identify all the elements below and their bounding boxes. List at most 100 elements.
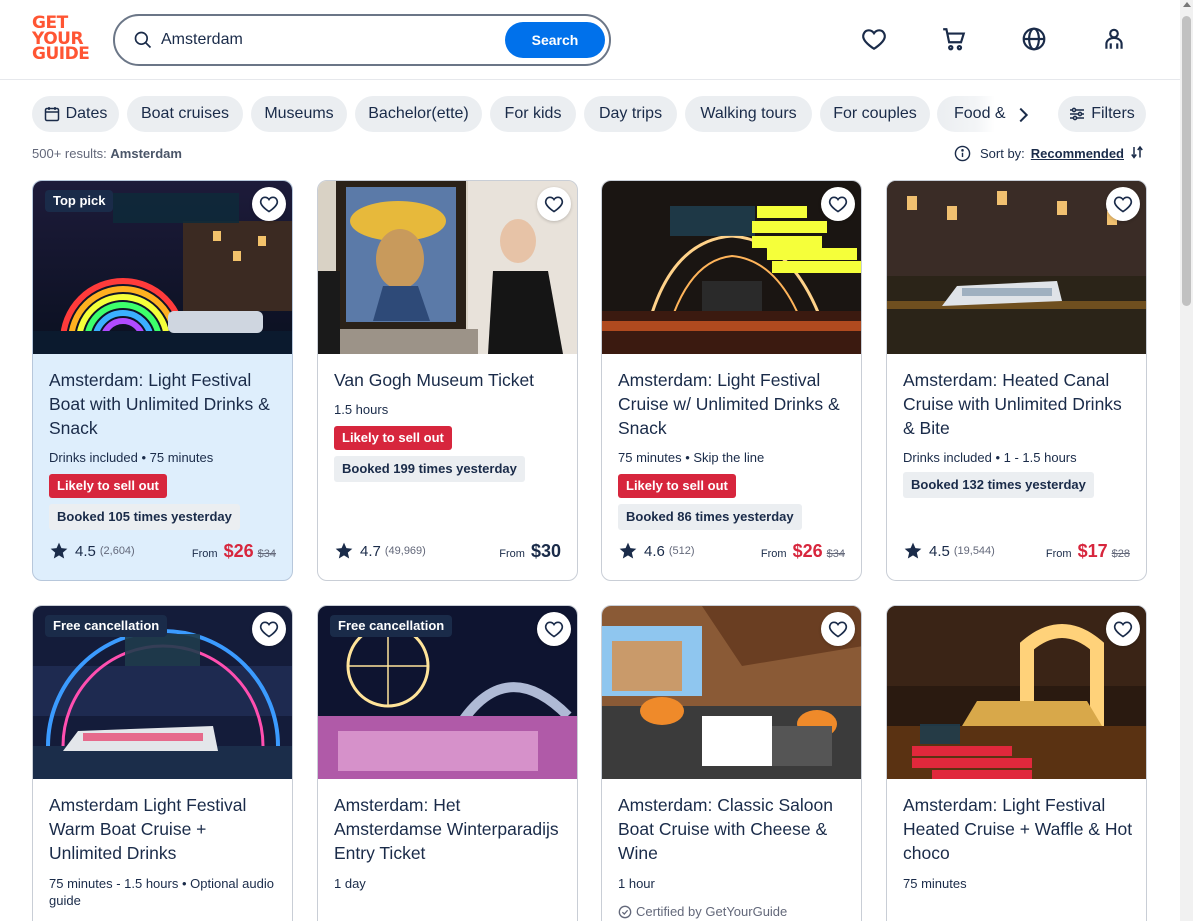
price-original: $28 xyxy=(1111,548,1130,560)
rating-value: 4.5 xyxy=(75,542,96,560)
rating-value: 4.6 xyxy=(644,542,665,560)
review-count: (512) xyxy=(668,545,695,557)
star-icon xyxy=(904,542,922,559)
wishlist-button[interactable] xyxy=(537,187,571,221)
chip-day-trips[interactable]: Day trips xyxy=(584,96,677,132)
activity-card[interactable]: Free cancellation Amsterdam Light Festiv… xyxy=(32,605,293,921)
chip-museums[interactable]: Museums xyxy=(251,96,347,132)
activity-card[interactable]: Amsterdam: Heated Canal Cruise with Unli… xyxy=(886,180,1147,581)
activity-card[interactable]: Top pick Amsterdam: Light Festival Boat … xyxy=(32,180,293,581)
results-location: Amsterdam xyxy=(110,146,182,161)
results-count-text: 500+ results: xyxy=(32,146,107,161)
activity-title[interactable]: Amsterdam: Heated Canal Cruise with Unli… xyxy=(903,368,1135,440)
activity-title[interactable]: Amsterdam: Light Festival Boat with Unli… xyxy=(49,368,281,440)
chip-dates[interactable]: Dates xyxy=(32,96,119,132)
activity-title[interactable]: Amsterdam Light Festival Warm Boat Cruis… xyxy=(49,793,281,865)
activity-meta: 1.5 hours xyxy=(334,402,389,417)
chip-for-kids[interactable]: For kids xyxy=(490,96,576,132)
rating-value: 4.7 xyxy=(360,542,381,560)
activity-meta: 1 hour xyxy=(618,876,655,891)
star-icon xyxy=(50,542,68,559)
sort-arrows-icon[interactable] xyxy=(1128,144,1146,162)
rating: 4.5 (19,544) xyxy=(903,541,995,561)
wishlist-button[interactable] xyxy=(821,187,855,221)
star-icon xyxy=(619,542,637,559)
scroll-up-arrow-icon[interactable] xyxy=(1183,2,1191,7)
chip-label: Day trips xyxy=(598,105,663,122)
heart-icon xyxy=(1113,621,1133,638)
chip-label: Food & drink xyxy=(954,105,1009,122)
getyourguide-logo[interactable]: GET YOUR GUIDE xyxy=(32,15,90,64)
activity-title[interactable]: Amsterdam: Classic Saloon Boat Cruise wi… xyxy=(618,793,850,865)
sort-label: Sort by: xyxy=(980,145,1025,161)
certified-label: Certified by GetYourGuide xyxy=(636,904,788,919)
search-bar[interactable]: Search xyxy=(113,14,611,66)
results-count: 500+ results: Amsterdam xyxy=(32,146,182,161)
activity-card[interactable]: Amsterdam: Light Festival Cruise w/ Unli… xyxy=(601,180,862,581)
account-icon[interactable] xyxy=(1101,26,1127,52)
search-icon xyxy=(134,31,152,49)
booked-badge: Booked 199 times yesterday xyxy=(334,456,525,482)
sort-value[interactable]: Recommended xyxy=(1031,146,1124,161)
heart-icon xyxy=(259,621,279,638)
activity-card[interactable]: Amsterdam: Classic Saloon Boat Cruise wi… xyxy=(601,605,862,921)
cart-icon[interactable] xyxy=(941,26,967,52)
price-from-label: From xyxy=(499,548,525,560)
activity-card[interactable]: Amsterdam: Light Festival Heated Cruise … xyxy=(886,605,1147,921)
star-icon xyxy=(335,542,353,559)
chip-label: For couples xyxy=(833,105,917,122)
wishlist-button[interactable] xyxy=(1106,187,1140,221)
rating: 4.7 (49,969) xyxy=(334,541,426,561)
heart-icon[interactable] xyxy=(861,26,887,52)
search-button[interactable]: Search xyxy=(505,22,605,58)
activity-title[interactable]: Amsterdam: Light Festival Heated Cruise … xyxy=(903,793,1135,865)
price-original: $34 xyxy=(257,548,276,560)
price: From $17 $28 xyxy=(1046,541,1130,562)
filters-label: Filters xyxy=(1091,105,1135,122)
chip-boat-cruises[interactable]: Boat cruises xyxy=(127,96,243,132)
activity-title[interactable]: Van Gogh Museum Ticket xyxy=(334,368,566,392)
free-cancellation-badge: Free cancellation xyxy=(330,615,453,637)
activity-meta: 75 minutes • Skip the line xyxy=(618,450,765,465)
top-pick-badge: Top pick xyxy=(45,190,114,212)
heart-icon xyxy=(828,621,848,638)
activity-meta: 1 day xyxy=(334,876,366,891)
chip-label: Dates xyxy=(65,105,108,122)
chevron-right-icon[interactable] xyxy=(1012,104,1034,126)
calendar-icon xyxy=(44,107,59,122)
chip-label: Walking tours xyxy=(700,105,797,122)
top-header: GET YOUR GUIDE Search xyxy=(0,0,1193,80)
activity-title[interactable]: Amsterdam: Light Festival Cruise w/ Unli… xyxy=(618,368,850,440)
chip-food-partial[interactable]: Food & drink xyxy=(937,96,1009,132)
filters-button[interactable]: Filters xyxy=(1058,96,1146,132)
certified-badge: Certified by GetYourGuide xyxy=(618,904,787,919)
booked-badge: Booked 105 times yesterday xyxy=(49,504,240,530)
activity-card[interactable]: Van Gogh Museum Ticket 1.5 hours Likely … xyxy=(317,180,578,581)
globe-icon[interactable] xyxy=(1021,26,1047,52)
price: From $26 $34 xyxy=(761,541,845,562)
wishlist-button[interactable] xyxy=(821,612,855,646)
price-current: $30 xyxy=(530,541,561,561)
chip-walking-tours[interactable]: Walking tours xyxy=(685,96,812,132)
sort-control[interactable]: Sort by: Recommended xyxy=(954,144,1146,162)
info-icon[interactable] xyxy=(954,145,971,162)
activity-title[interactable]: Amsterdam: Het Amsterdamse Winterparadij… xyxy=(334,793,566,865)
scrollbar-thumb[interactable] xyxy=(1182,16,1191,306)
price-from-label: From xyxy=(1045,548,1072,560)
chip-for-couples[interactable]: For couples xyxy=(820,96,930,132)
wishlist-button[interactable] xyxy=(252,187,286,221)
likely-to-sell-out-badge: Likely to sell out xyxy=(618,474,736,498)
search-input[interactable] xyxy=(161,26,501,54)
activity-card[interactable]: Free cancellation Amsterdam: Het Amsterd… xyxy=(317,605,578,921)
price-from-label: From xyxy=(191,548,218,560)
chip-bachelorette[interactable]: Bachelor(ette) xyxy=(355,96,482,132)
wishlist-button[interactable] xyxy=(252,612,286,646)
heart-icon xyxy=(544,621,564,638)
wishlist-button[interactable] xyxy=(1106,612,1140,646)
logo-line-3: GUIDE xyxy=(32,44,90,64)
wishlist-button[interactable] xyxy=(537,612,571,646)
chip-label: Bachelor(ette) xyxy=(368,105,469,122)
price-current: $26 xyxy=(792,541,823,561)
price-from-label: From xyxy=(760,548,787,560)
sliders-icon xyxy=(1070,107,1085,121)
